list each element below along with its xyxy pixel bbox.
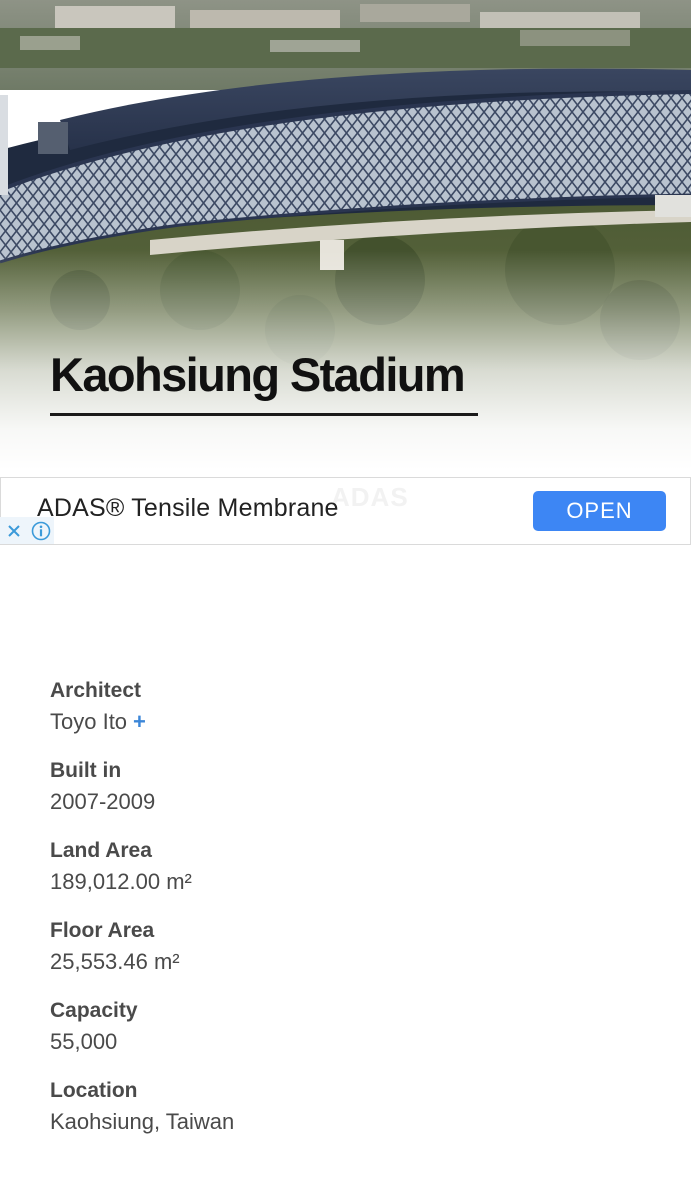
detail-capacity: Capacity 55,000: [50, 997, 650, 1077]
ad-banner[interactable]: ADAS ADAS® Tensile Membrane OPEN: [0, 477, 691, 545]
close-icon[interactable]: [3, 520, 25, 542]
page-title: Kaohsiung Stadium: [50, 348, 466, 401]
detail-floor-area: Floor Area 25,553.46 m²: [50, 917, 650, 997]
detail-location: Location Kaohsiung, Taiwan: [50, 1077, 650, 1157]
detail-label: Floor Area: [50, 919, 155, 942]
title-underline: [50, 413, 478, 416]
architect-name[interactable]: Toyo Ito: [50, 709, 127, 734]
ad-background-decoration: ADAS: [331, 482, 409, 512]
detail-value: 189,012.00 m²: [50, 869, 192, 894]
detail-label: Architect: [50, 679, 142, 702]
ad-headline[interactable]: ADAS® Tensile Membrane: [37, 494, 339, 523]
detail-land-area: Land Area 189,012.00 m²: [50, 837, 650, 917]
detail-built: Built in 2007-2009: [50, 757, 650, 837]
ad-open-button[interactable]: OPEN: [533, 491, 666, 531]
detail-label: Capacity: [50, 999, 138, 1022]
detail-label: Land Area: [50, 839, 152, 862]
detail-value: Toyo Ito +: [50, 707, 650, 737]
hero: Kaohsiung Stadium: [0, 0, 691, 478]
detail-value: 25,553.46 m²: [50, 949, 180, 974]
detail-architect: Architect Toyo Ito +: [50, 677, 650, 757]
detail-value: 55,000: [50, 1029, 118, 1054]
detail-label: Built in: [50, 759, 122, 782]
info-icon[interactable]: [30, 520, 52, 542]
building-details: Architect Toyo Ito + Built in 2007-2009 L…: [50, 677, 650, 1157]
detail-label: Location: [50, 1079, 138, 1102]
ad-controls: [0, 517, 54, 544]
detail-value: 2007-2009: [50, 789, 156, 814]
expand-architect-button[interactable]: +: [133, 709, 146, 734]
detail-value: Kaohsiung, Taiwan: [50, 1109, 235, 1134]
